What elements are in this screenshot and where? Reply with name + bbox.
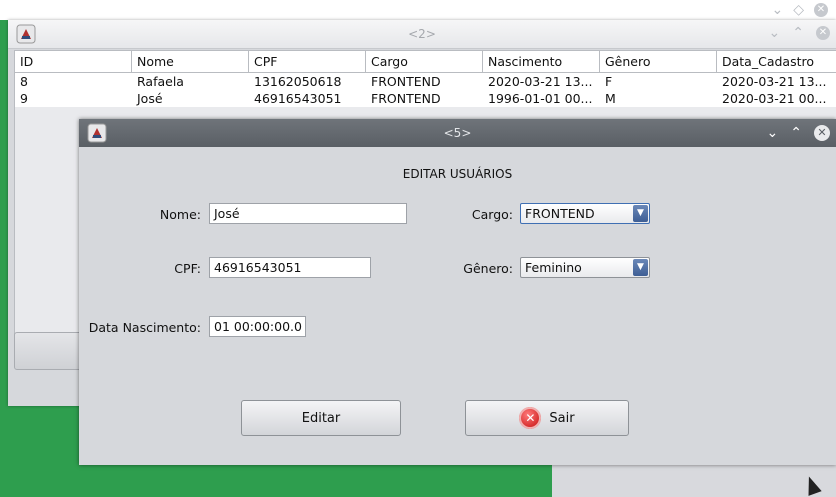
- table-cell: José: [137, 91, 163, 106]
- window-titlebar[interactable]: <2> ⌄ ⌃ ✕: [8, 20, 836, 49]
- genero-selected-value: Feminino: [525, 260, 582, 275]
- minimize-icon[interactable]: ⌄: [769, 26, 781, 40]
- column-header-cpf[interactable]: CPF: [249, 51, 366, 72]
- background-window-button[interactable]: [14, 332, 86, 370]
- table-cell: 8: [20, 74, 28, 89]
- chevron-down-icon[interactable]: ▼: [633, 259, 648, 276]
- table-cell: M: [605, 91, 616, 106]
- table-cell: 9: [20, 91, 28, 106]
- restore-icon[interactable]: ◇: [793, 3, 804, 17]
- genero-select[interactable]: Feminino ▼: [520, 257, 650, 278]
- table-cell: 46916543051: [254, 91, 342, 106]
- table-cell: 2020-03-21 13...: [722, 74, 827, 89]
- table-cell: F: [605, 74, 613, 89]
- cargo-selected-value: FRONTEND: [525, 206, 595, 221]
- editar-button[interactable]: Editar: [241, 400, 401, 436]
- table-header: ID Nome CPF Cargo Nascimento Gênero Data…: [15, 51, 836, 73]
- cpf-input[interactable]: 46916543051: [209, 257, 371, 278]
- editar-button-label: Editar: [301, 410, 341, 426]
- data-nascimento-input[interactable]: 01 00:00:00.0: [209, 316, 306, 337]
- dialog-controls: ⌄ ⌃ ✕: [767, 125, 830, 141]
- table-cell: FRONTEND: [371, 91, 441, 106]
- column-header-genero[interactable]: Gênero: [600, 51, 717, 72]
- table-cell: 2020-03-21 00...: [722, 91, 827, 106]
- column-header-nascimento[interactable]: Nascimento: [483, 51, 600, 72]
- close-icon[interactable]: ✕: [814, 3, 828, 17]
- column-header-id[interactable]: ID: [15, 51, 132, 72]
- minimize-icon[interactable]: ⌄: [771, 3, 783, 17]
- close-icon[interactable]: ✕: [816, 26, 830, 40]
- genero-label: Gênero:: [463, 261, 513, 276]
- window-controls: ⌄ ⌃ ✕: [769, 26, 830, 40]
- table-cell: 1996-01-01 00...: [488, 91, 593, 106]
- sair-button[interactable]: ✕ Sair: [465, 400, 629, 436]
- dialog-titlebar[interactable]: <5> ⌄ ⌃ ✕: [79, 119, 836, 147]
- close-icon[interactable]: ✕: [814, 125, 830, 141]
- cargo-label: Cargo:: [471, 207, 513, 222]
- dialog-title: <5>: [443, 126, 472, 140]
- cpf-label: CPF:: [174, 261, 201, 276]
- maximize-icon[interactable]: ⌃: [792, 26, 804, 40]
- background-window-controls: ⌄ ◇ ✕: [771, 3, 828, 17]
- sair-button-label: Sair: [549, 410, 575, 426]
- close-circle-icon: ✕: [519, 407, 542, 429]
- table-cell: FRONTEND: [371, 74, 441, 89]
- maximize-icon[interactable]: ⌃: [790, 126, 802, 140]
- nome-label: Nome:: [159, 207, 201, 222]
- nome-input[interactable]: José: [209, 203, 407, 224]
- cargo-select[interactable]: FRONTEND ▼: [520, 203, 650, 224]
- data-nascimento-label: Data Nascimento:: [88, 320, 201, 335]
- table-row[interactable]: 8 Rafaela 13162050618 FRONTEND 2020-03-2…: [15, 73, 836, 90]
- form-heading: EDITAR USUÁRIOS: [402, 167, 513, 181]
- table-cell: Rafaela: [137, 74, 184, 89]
- chevron-down-icon[interactable]: ▼: [633, 205, 648, 222]
- table-cell: 13162050618: [254, 74, 342, 89]
- column-header-cargo[interactable]: Cargo: [366, 51, 483, 72]
- table-cell: 2020-03-21 13...: [488, 74, 593, 89]
- edit-user-dialog: <5> ⌄ ⌃ ✕ EDITAR USUÁRIOS Nome: José CPF…: [79, 119, 836, 465]
- minimize-icon[interactable]: ⌄: [767, 126, 779, 140]
- column-header-data-cadastro[interactable]: Data_Cadastro: [717, 51, 836, 72]
- table-row[interactable]: 9 José 46916543051 FRONTEND 1996-01-01 0…: [15, 90, 836, 107]
- background-window-strip: ⌄ ◇ ✕: [0, 0, 836, 20]
- column-header-nome[interactable]: Nome: [132, 51, 249, 72]
- window-title: <2>: [408, 27, 436, 41]
